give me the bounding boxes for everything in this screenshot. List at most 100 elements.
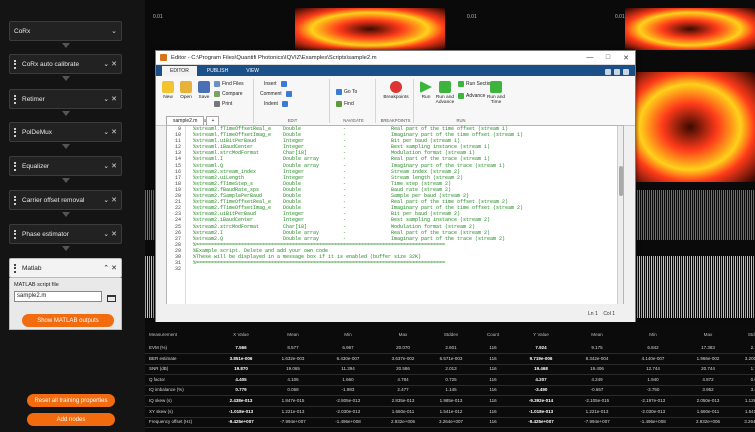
compare-button[interactable]: Compare <box>214 91 243 97</box>
table-cell: -0.657 <box>590 387 604 393</box>
drag-handle-icon[interactable] <box>14 195 18 205</box>
chevron-down-icon[interactable]: ⌄ <box>103 128 109 136</box>
open-button[interactable]: Open <box>178 81 194 100</box>
close-icon[interactable]: ✕ <box>111 230 117 238</box>
chevron-up-icon[interactable]: ⌃ <box>103 264 109 272</box>
script-file-input[interactable]: sample2.m <box>14 291 102 302</box>
block-title: Phase estimator <box>22 230 69 238</box>
eye-diagram <box>295 8 445 50</box>
run-advance-button[interactable]: Run and Advance <box>434 81 456 105</box>
goto-button[interactable]: Go To <box>336 89 357 95</box>
add-nodes-button[interactable]: Add nodes <box>27 413 115 426</box>
table-cell: 8.342e-004 <box>585 355 609 361</box>
chevron-down-icon[interactable]: ⌄ <box>103 95 109 103</box>
chevron-down-icon[interactable]: ⌄ <box>103 60 109 68</box>
new-button[interactable]: New <box>160 81 176 100</box>
block-retimer[interactable]: Retimer ⌄ ✕ <box>9 89 122 109</box>
scrollbar-thumb[interactable] <box>619 166 623 196</box>
advance-button[interactable]: Advance <box>458 93 485 99</box>
block-title: CoRx auto calibrate <box>22 60 80 68</box>
column-header: Mean <box>287 332 299 337</box>
drag-handle-icon[interactable] <box>14 161 18 171</box>
editor-title: Editor - C:\Program Files\Quantifi Photo… <box>171 54 377 61</box>
table-cell: -9.392e-014 <box>528 398 554 403</box>
breakpoints-group-label: BREAKPOINTS <box>380 118 411 123</box>
table-cell: 4.249 <box>591 376 603 382</box>
minimize-icon[interactable]: — <box>581 54 599 62</box>
table-cell: 3.637e-002 <box>391 355 415 361</box>
tab-editor[interactable]: EDITOR <box>162 66 197 76</box>
maximize-icon[interactable]: □ <box>599 54 617 62</box>
file-tab-sample2[interactable]: sample2.m <box>166 116 205 125</box>
block-title: PolDeMux <box>22 128 52 136</box>
comment-button[interactable]: Comment <box>260 91 294 97</box>
table-cell: 1.847e-015 <box>281 398 305 403</box>
save-button[interactable]: Save <box>196 81 212 100</box>
block-phase-estimator[interactable]: Phase estimator ⌄ ✕ <box>9 224 122 244</box>
close-icon[interactable]: ✕ <box>111 264 117 272</box>
close-icon[interactable]: ✕ <box>111 60 117 68</box>
processing-chain-panel: CoRx ⌄ CoRx auto calibrate ⌄ ✕ Retimer ⌄ ✕ Po… <box>0 0 145 432</box>
matlab-editor-window[interactable]: Editor - C:\Program Files\Quantifi Photo… <box>155 50 636 325</box>
folder-icon[interactable] <box>107 295 116 302</box>
drag-handle-icon[interactable] <box>14 229 18 239</box>
close-icon[interactable]: ✕ <box>111 95 117 103</box>
run-time-button[interactable]: Run and Time <box>486 81 506 105</box>
axis-tick-label: 0.01 <box>615 14 625 20</box>
table-cell: 6.430e-007 <box>336 355 360 361</box>
new-icon <box>162 81 174 93</box>
chevron-down-icon[interactable]: ⌄ <box>103 162 109 170</box>
close-icon[interactable]: ✕ <box>111 162 117 170</box>
block-corx[interactable]: CoRx ⌄ <box>9 21 122 41</box>
editor-titlebar[interactable]: Editor - C:\Program Files\Quantifi Photo… <box>156 51 635 65</box>
find-files-button[interactable]: Find Files <box>214 81 244 87</box>
close-icon[interactable]: ✕ <box>111 196 117 204</box>
table-cell: -1.018e-013 <box>528 408 554 414</box>
table-cell: 0.779 <box>235 387 247 393</box>
table-cell: 1.940 <box>647 376 659 382</box>
block-poldemux[interactable]: PolDeMux ⌄ ✕ <box>9 122 122 142</box>
table-cell: 6.967 <box>342 345 354 350</box>
column-header: Stddev <box>747 332 755 337</box>
vertical-scrollbar[interactable] <box>617 126 623 304</box>
insert-button[interactable]: Insert <box>264 81 289 87</box>
show-matlab-outputs-button[interactable]: Show MATLAB outputs <box>22 314 114 327</box>
block-matlab[interactable]: Matlab ⌃ ✕ <box>9 258 122 278</box>
table-cell: -2.805e-013 <box>335 398 361 403</box>
block-equalizer[interactable]: Equalizer ⌄ ✕ <box>9 156 122 176</box>
breakpoint-icon <box>390 81 402 93</box>
code-line[interactable]: 32 <box>167 266 623 272</box>
run-button[interactable]: Run <box>418 81 434 100</box>
table-cell: BER estimate <box>149 355 177 361</box>
tab-view[interactable]: VIEW <box>238 66 267 76</box>
quick-access-icon[interactable] <box>605 69 611 75</box>
block-corx-auto-calibrate[interactable]: CoRx auto calibrate ⌄ ✕ <box>9 54 122 74</box>
close-icon[interactable]: ✕ <box>617 54 635 62</box>
flow-arrow-icon <box>62 111 70 116</box>
close-icon[interactable]: ✕ <box>111 128 117 136</box>
find-button[interactable]: Find <box>336 101 354 107</box>
table-cell: 116 <box>489 398 497 403</box>
indent-button[interactable]: Indent <box>264 101 290 107</box>
drag-handle-icon[interactable] <box>14 263 18 273</box>
navigate-group-label: NAVIGATE <box>343 118 364 123</box>
chevron-down-icon[interactable]: ⌄ <box>103 230 109 238</box>
drag-handle-icon[interactable] <box>14 127 18 137</box>
code-editor[interactable]: 9 %streaml.fTimeOffsetReal_e Double - Real p… <box>166 125 624 305</box>
table-row: SNR (dB) 19.870 19.065 11.394 20.586 2.013 116… <box>145 364 755 374</box>
chevron-down-icon[interactable]: ⌄ <box>111 27 117 35</box>
print-button[interactable]: Print <box>214 101 232 107</box>
table-cell: 116 <box>489 345 497 350</box>
help-icon[interactable] <box>614 69 620 75</box>
drag-handle-icon[interactable] <box>14 94 18 104</box>
table-cell: 6.842 <box>647 345 659 350</box>
tab-publish[interactable]: PUBLISH <box>199 66 236 76</box>
table-cell: 1.145 <box>445 387 457 393</box>
dock-icon[interactable] <box>623 69 629 75</box>
add-tab-icon[interactable]: + <box>206 116 220 125</box>
drag-handle-icon[interactable] <box>14 59 18 69</box>
reset-training-button[interactable]: Reset all training properties <box>27 394 115 407</box>
chevron-down-icon[interactable]: ⌄ <box>103 196 109 204</box>
block-carrier-offset-removal[interactable]: Carrier offset removal ⌄ ✕ <box>9 190 122 210</box>
breakpoints-button[interactable]: Breakpoints <box>380 81 412 100</box>
